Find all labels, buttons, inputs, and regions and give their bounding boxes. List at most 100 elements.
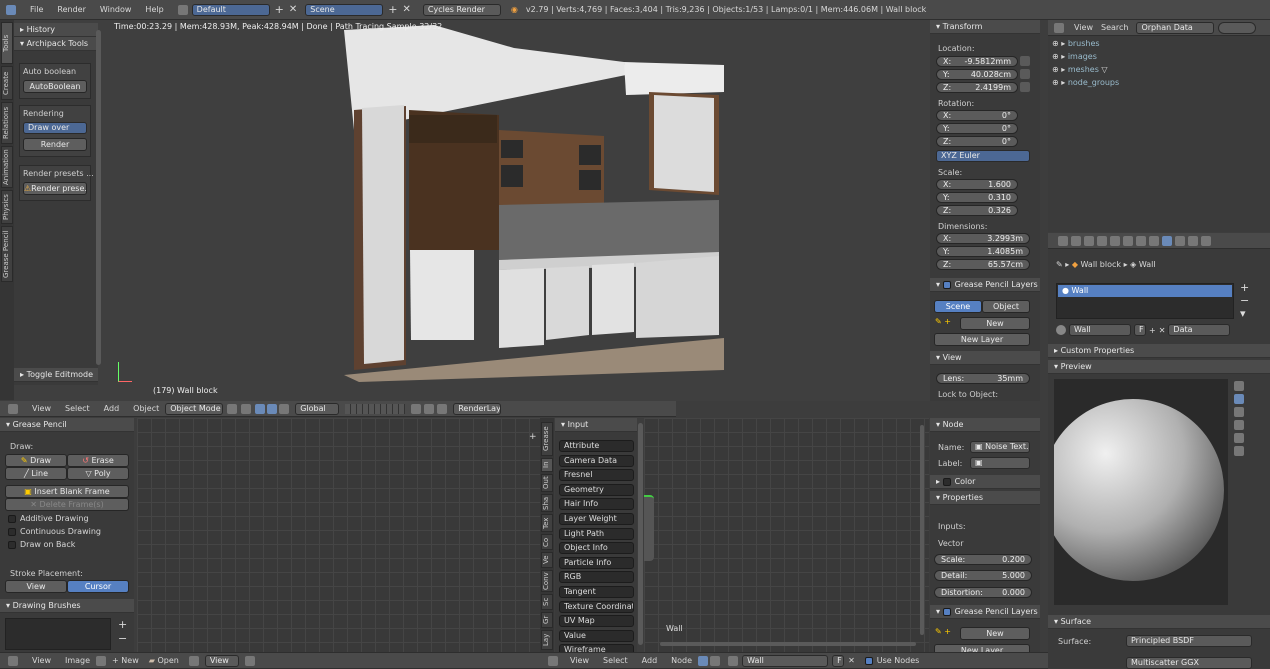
image-editor-add-icon[interactable]: + (529, 432, 537, 442)
location-z-field[interactable]: Z: 2.4199m (936, 82, 1018, 93)
new-material-icon[interactable]: + (1149, 326, 1156, 335)
draw-on-back-checkbox[interactable]: Draw on Back (8, 540, 75, 549)
color-checkbox[interactable] (942, 477, 951, 486)
gp-draw-button[interactable]: ✎ Draw (5, 454, 67, 467)
world-tab-icon[interactable] (1097, 235, 1107, 246)
object-menu[interactable]: Object (133, 404, 159, 413)
preview-cube-icon[interactable] (1234, 407, 1244, 417)
mode-select[interactable]: Object Mode (165, 402, 224, 415)
node-tab-group[interactable]: Gr (541, 612, 553, 628)
rotation-y-field[interactable]: Y: 0° (936, 123, 1018, 134)
node-tab-vector[interactable]: Ve (541, 552, 553, 568)
node-material-field[interactable]: Wall (742, 654, 829, 667)
surface-shader-select[interactable]: Principled BSDF (1126, 635, 1252, 647)
additive-drawing-checkbox[interactable]: Additive Drawing (8, 514, 89, 523)
pivot-icon[interactable] (241, 403, 252, 414)
node-editor-canvas[interactable] (644, 418, 929, 652)
preview-sky-icon[interactable] (1234, 446, 1244, 456)
menu-help[interactable]: Help (145, 5, 163, 14)
node-gp-checkbox[interactable] (942, 607, 951, 616)
render-tab-icon[interactable] (1058, 235, 1068, 246)
toggle-editmode-header[interactable]: ▸ Toggle Editmode (14, 368, 98, 382)
render-presets-button[interactable]: ⚠Render prese... (23, 182, 87, 195)
preview-sphere-icon[interactable] (1234, 394, 1244, 404)
particles-tab-icon[interactable] (1188, 235, 1198, 246)
node-item[interactable]: Texture Coordinate (559, 600, 634, 613)
gpencil-header[interactable]: ▾ Grease Pencil (0, 418, 134, 432)
texture-tab-icon[interactable] (1175, 235, 1185, 246)
node-tab-grease[interactable]: Grease (541, 422, 553, 456)
image-view-menu[interactable]: View (32, 656, 51, 665)
close-screen-icon[interactable]: ✕ (289, 4, 297, 15)
node-item[interactable]: Particle Info (559, 556, 634, 569)
history-panel-header[interactable]: ▸ History (14, 23, 98, 37)
node-add-menu[interactable]: Add (642, 656, 658, 665)
material-browse-icon[interactable] (1056, 325, 1066, 335)
node-tab-texture[interactable]: Tex (541, 514, 553, 532)
node-tab-converter[interactable]: Conv (541, 570, 553, 592)
gp-line-button[interactable]: ╱ Line (5, 467, 67, 480)
close-scene-icon[interactable]: ✕ (403, 4, 411, 15)
snap-icon[interactable] (411, 403, 422, 414)
node-item[interactable]: Tangent (559, 585, 634, 598)
node-tab-output[interactable]: Out (541, 474, 553, 492)
noise-scale-field[interactable]: Scale: 0.200 (934, 554, 1032, 565)
node-item[interactable]: RGB (559, 571, 634, 584)
menu-render[interactable]: Render (57, 5, 85, 14)
node-menu[interactable]: Node (671, 656, 692, 665)
node-item[interactable]: Fresnel (559, 469, 634, 482)
location-x-field[interactable]: X: -9.5812mm (936, 56, 1018, 67)
outliner-item[interactable]: ⊕ ▸ meshes ▽ (1052, 65, 1108, 74)
unlink-material-icon[interactable]: ✕ (1159, 326, 1166, 335)
node-list-scrollbar[interactable] (638, 423, 643, 645)
tab-physics[interactable]: Physics (1, 190, 13, 224)
screen-layout-icon[interactable] (177, 4, 188, 15)
tab-grease-pencil[interactable]: Grease Pencil (1, 226, 13, 282)
node-gp-new-layer-button[interactable]: New Layer (934, 644, 1030, 652)
preview-header[interactable]: ▾ Preview (1048, 360, 1270, 374)
dimension-x-field[interactable]: X: 3.2993m (936, 233, 1030, 244)
gp-enable-checkbox[interactable] (942, 280, 951, 289)
add-screen-icon[interactable]: + (275, 3, 284, 16)
menu-file[interactable]: File (30, 5, 43, 14)
add-brush-icon[interactable]: + (118, 618, 127, 631)
node-tab-layout[interactable]: Lay (541, 630, 553, 650)
translate-icon[interactable] (267, 403, 278, 414)
color-header[interactable]: ▸ Color (930, 475, 1040, 489)
image-browse-icon[interactable] (96, 655, 107, 666)
node-canvas-scrollbar[interactable] (660, 642, 916, 646)
add-slot-icon[interactable]: + (1240, 281, 1249, 294)
shader-tree-icon[interactable] (698, 655, 709, 666)
open-image-button[interactable]: ▰ Open (149, 656, 179, 665)
image-editor-type-icon[interactable] (8, 655, 18, 666)
gp-new-button[interactable]: New (960, 317, 1030, 330)
outliner-view-menu[interactable]: View (1074, 23, 1093, 32)
lens-field[interactable]: Lens: 35mm (936, 373, 1030, 384)
remove-brush-icon[interactable]: − (118, 632, 127, 645)
archipack-panel-header[interactable]: ▾ Archipack Tools (14, 37, 98, 51)
lock-icon[interactable] (1020, 56, 1030, 66)
gp-scene-button[interactable]: Scene (934, 300, 982, 313)
rotation-x-field[interactable]: X: 0° (936, 110, 1018, 121)
transform-header[interactable]: ▾ Transform (930, 20, 1040, 34)
pencil-icon[interactable]: ✎ + (935, 317, 951, 326)
node-item[interactable]: Object Info (559, 542, 634, 555)
gp-erase-button[interactable]: ↺ Erase (67, 454, 129, 467)
image-editor-canvas[interactable] (137, 418, 540, 652)
material-tab-icon[interactable] (1162, 235, 1172, 246)
preview-monkey-icon[interactable] (1234, 420, 1244, 430)
material-name-field[interactable]: Wall (1069, 324, 1131, 336)
node-tab-script[interactable]: Sc (541, 594, 553, 610)
node-item[interactable]: Value (559, 629, 634, 642)
node-select-menu[interactable]: Select (603, 656, 628, 665)
material-browse-icon[interactable] (728, 655, 739, 666)
render-layer-select[interactable]: RenderLayer (453, 402, 502, 415)
tab-animation[interactable]: Animation (1, 146, 13, 188)
material-slot[interactable]: ● Wall (1058, 285, 1232, 297)
brush-list[interactable] (5, 618, 111, 650)
delete-frames-button[interactable]: ✕ Delete Frame(s) (5, 498, 129, 511)
scene-selector[interactable]: Scene (305, 3, 384, 16)
lock-icon[interactable] (1020, 69, 1030, 79)
preview-hair-icon[interactable] (1234, 433, 1244, 443)
physics-tab-icon[interactable] (1201, 235, 1211, 246)
